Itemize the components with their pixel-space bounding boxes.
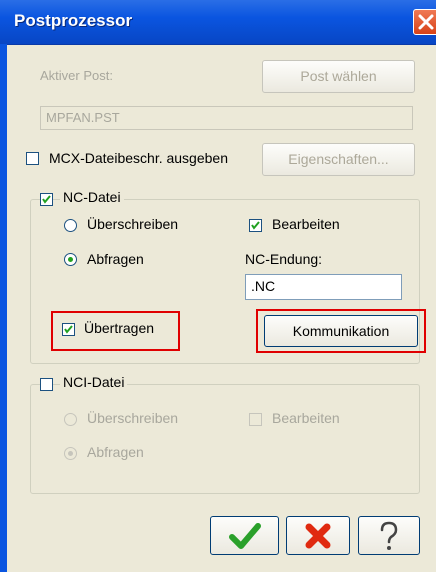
transfer-label: Übertragen xyxy=(84,320,155,336)
nci-edit-label: Bearbeiten xyxy=(272,410,340,426)
nc-file-checkbox[interactable] xyxy=(40,193,53,206)
nci-ask-label: Abfragen xyxy=(87,444,144,460)
choose-post-button[interactable]: Post wählen xyxy=(262,60,415,93)
mcx-checkbox[interactable] xyxy=(26,152,39,165)
nc-edit-label: Bearbeiten xyxy=(272,216,340,232)
nc-extension-label: NC-Endung: xyxy=(245,251,323,267)
x-icon xyxy=(305,523,331,549)
nci-file-label: NCI-Datei xyxy=(60,374,128,390)
checkmark-icon xyxy=(42,195,51,204)
question-icon xyxy=(380,521,398,550)
checkmark-icon xyxy=(228,523,261,549)
nc-edit-checkbox[interactable] xyxy=(249,219,262,232)
communication-button[interactable]: Kommunikation xyxy=(264,315,418,347)
nc-file-label: NC-Datei xyxy=(60,189,124,205)
help-button[interactable] xyxy=(358,516,420,555)
nci-overwrite-radio[interactable] xyxy=(64,413,77,426)
nc-extension-input[interactable]: .NC xyxy=(245,274,402,300)
nci-ask-radio[interactable] xyxy=(64,447,77,460)
nci-overwrite-label: Überschreiben xyxy=(87,410,179,426)
active-post-label: Aktiver Post: xyxy=(40,68,113,83)
nc-ask-radio[interactable] xyxy=(64,253,77,266)
title-bar[interactable]: Postprozessor xyxy=(0,0,436,45)
radio-selected-dot xyxy=(68,451,73,456)
close-icon xyxy=(418,14,434,30)
nc-overwrite-label: Überschreiben xyxy=(87,216,179,232)
properties-button[interactable]: Eigenschaften... xyxy=(262,143,415,176)
post-file-field[interactable]: MPFAN.PST xyxy=(40,106,413,130)
radio-selected-dot xyxy=(68,257,73,262)
checkmark-icon xyxy=(64,325,73,334)
close-button[interactable] xyxy=(413,9,436,35)
nc-ask-label: Abfragen xyxy=(87,251,144,267)
ok-button[interactable] xyxy=(210,516,279,555)
nci-file-group xyxy=(30,384,420,494)
postprocessor-dialog: Postprozessor Aktiver Post: Post wählen … xyxy=(0,0,436,572)
nci-edit-checkbox[interactable] xyxy=(249,413,262,426)
dialog-title: Postprozessor xyxy=(14,11,133,30)
transfer-checkbox[interactable] xyxy=(62,323,75,336)
nc-overwrite-radio[interactable] xyxy=(64,219,77,232)
checkmark-icon xyxy=(251,221,260,230)
nci-file-checkbox[interactable] xyxy=(40,378,53,391)
mcx-checkbox-label: MCX-Dateibeschr. ausgeben xyxy=(49,150,228,166)
cancel-button[interactable] xyxy=(286,516,350,555)
window-left-border xyxy=(0,44,7,572)
